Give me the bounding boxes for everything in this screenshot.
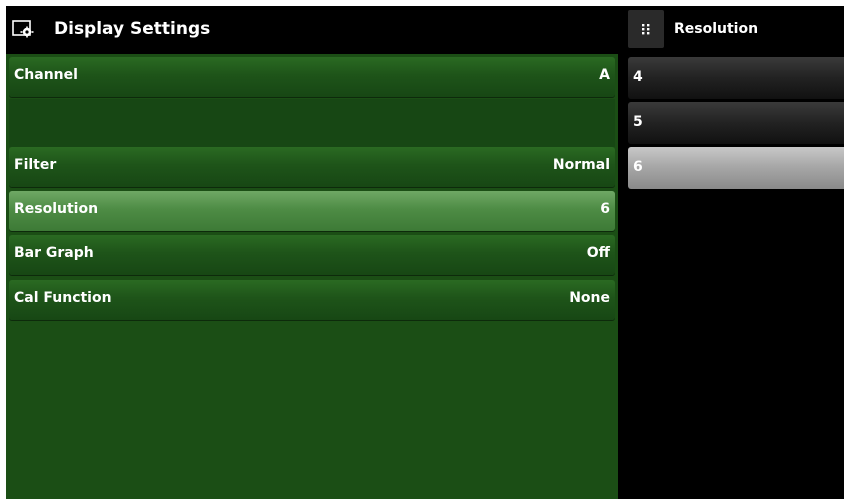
resolution-option-5[interactable]: 5	[628, 102, 844, 144]
setting-row-bar-graph[interactable]: Bar Graph Off	[9, 235, 615, 275]
option-label: 5	[633, 114, 643, 130]
setting-label: Bar Graph	[14, 245, 94, 261]
device-screen: Display Settings Channel A Filter Normal…	[6, 6, 844, 499]
setting-label: Channel	[14, 67, 78, 83]
resolution-option-4[interactable]: 4	[628, 57, 844, 99]
setting-value: Normal	[552, 157, 610, 173]
settings-header: Display Settings	[6, 6, 618, 54]
page-title: Display Settings	[54, 19, 211, 39]
display-settings-icon	[12, 20, 34, 38]
setting-value: None	[569, 290, 610, 306]
setting-value: Off	[586, 245, 610, 261]
setting-label: Filter	[14, 157, 57, 173]
setting-value: A	[599, 67, 610, 83]
option-label: 6	[633, 159, 643, 175]
grip-dots-icon[interactable]	[628, 10, 664, 48]
setting-row-filter[interactable]: Filter Normal	[9, 147, 615, 187]
setting-row-channel[interactable]: Channel A	[9, 57, 615, 97]
setting-value: 6	[600, 201, 610, 217]
setting-row-resolution[interactable]: Resolution 6	[9, 191, 615, 231]
selector-header: Resolution	[628, 6, 844, 54]
setting-label: Cal Function	[14, 290, 112, 306]
setting-label: Resolution	[14, 201, 99, 217]
setting-row-cal-function[interactable]: Cal Function None	[9, 280, 615, 320]
selector-title: Resolution	[674, 21, 759, 37]
empty-row	[9, 99, 615, 147]
resolution-option-6[interactable]: 6	[628, 147, 844, 189]
option-label: 4	[633, 69, 643, 85]
settings-panel: Channel A Filter Normal Resolution 6 Bar…	[6, 54, 618, 499]
